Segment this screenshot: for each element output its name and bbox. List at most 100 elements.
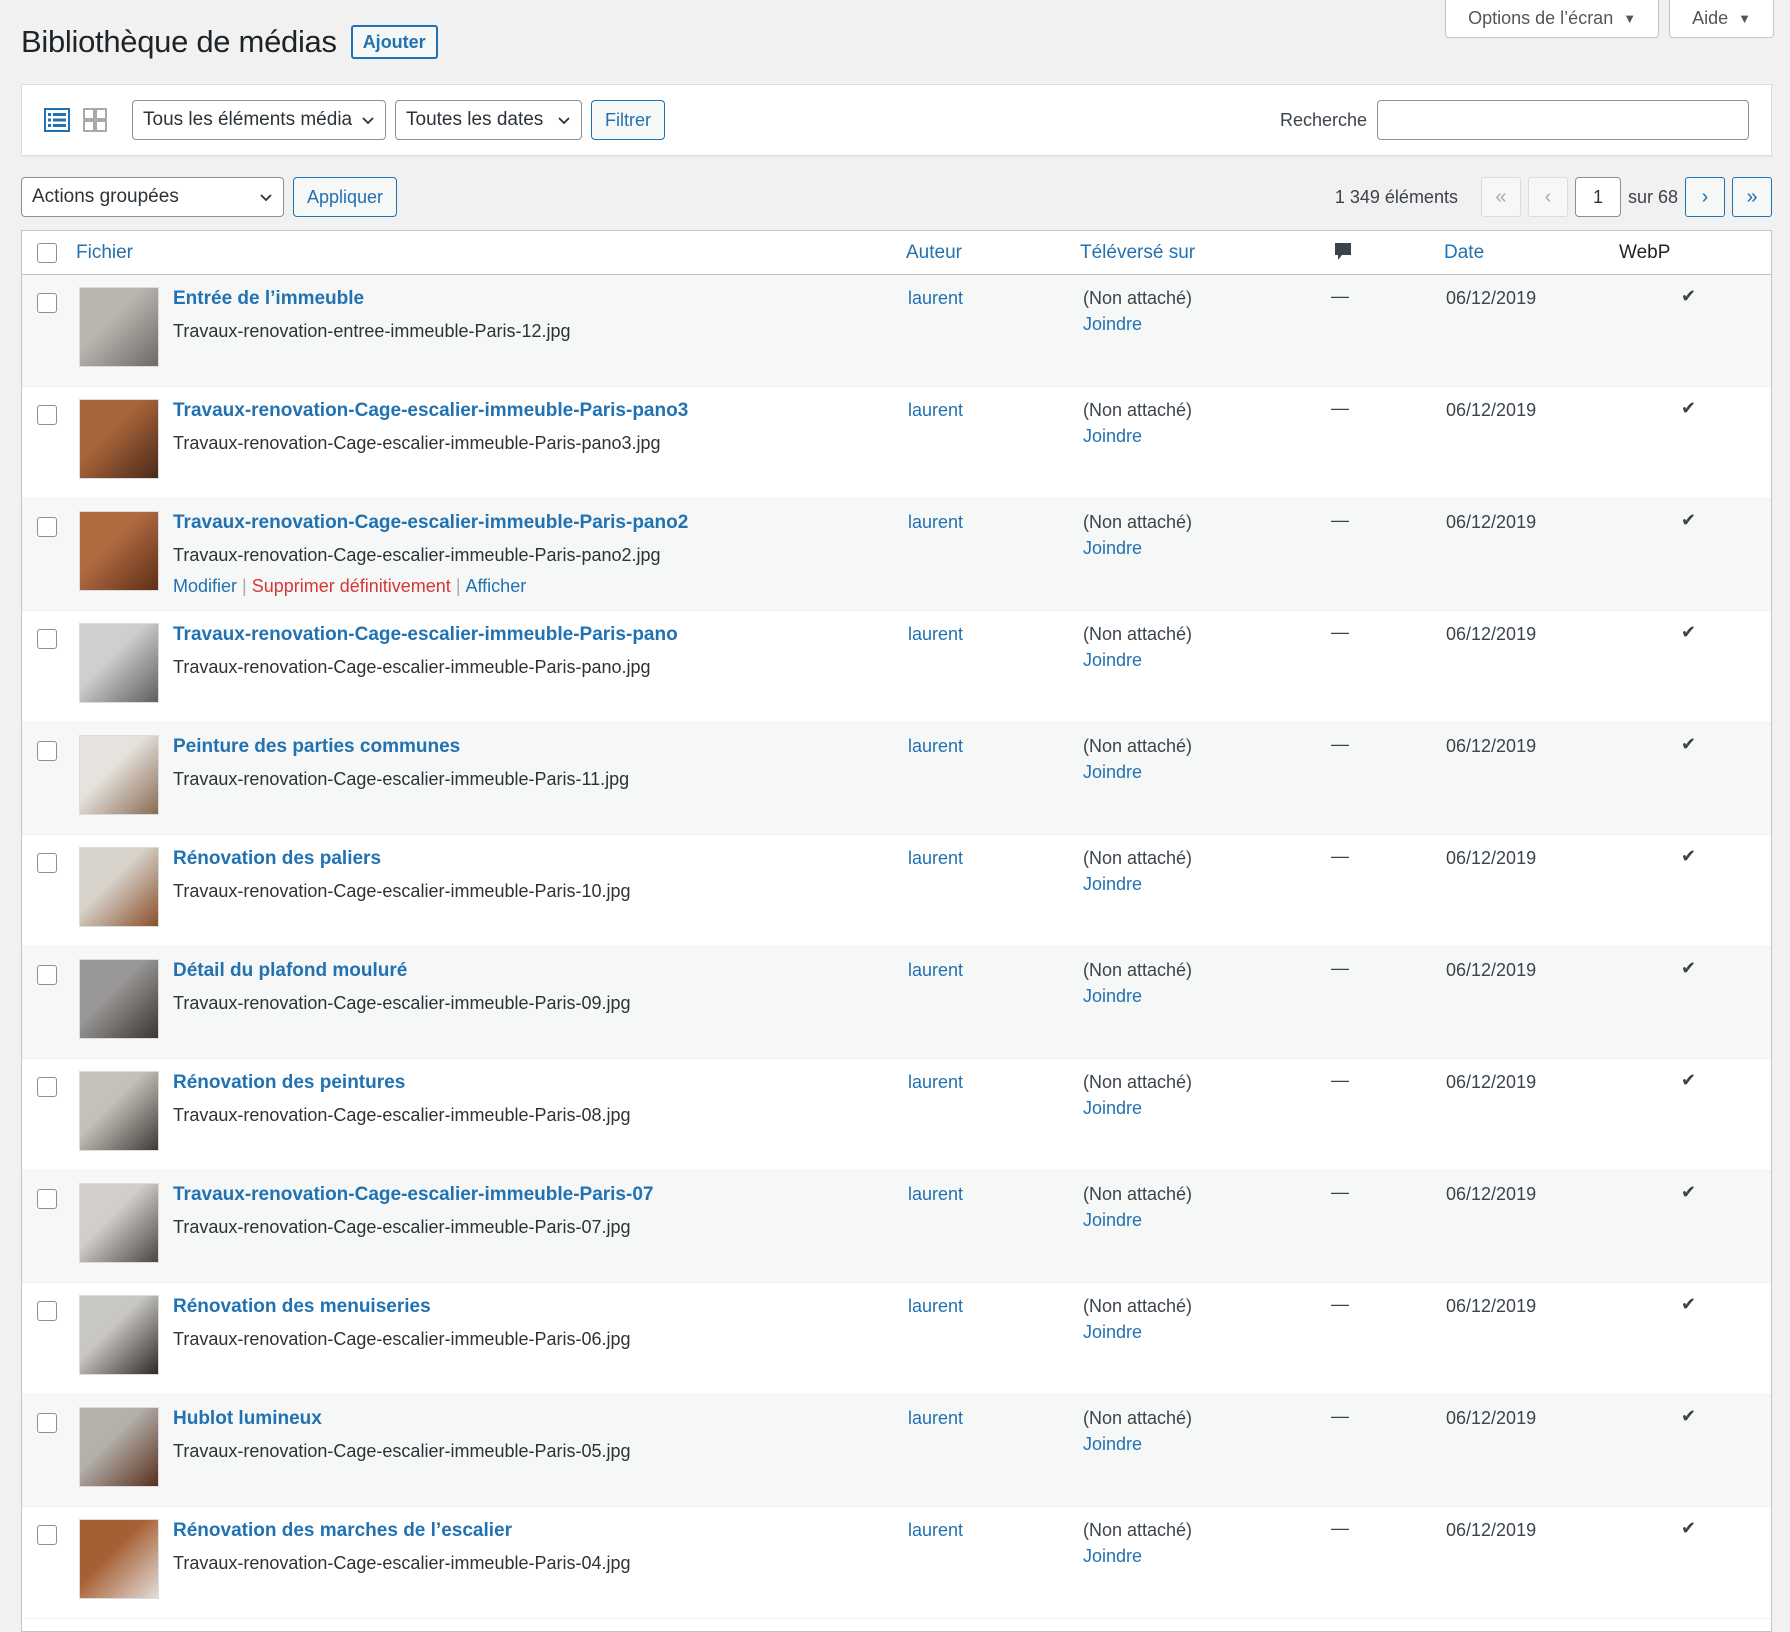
media-thumbnail[interactable] <box>79 1295 159 1375</box>
row-checkbox[interactable] <box>37 1077 57 1097</box>
last-page-button[interactable]: » <box>1732 177 1772 217</box>
table-row: Peinture des parties communes Travaux-ren… <box>22 723 1771 835</box>
media-title-link[interactable]: Rénovation des marches de l’escalier <box>173 1520 512 1542</box>
checkmark-icon: ✔ <box>1681 1070 1697 1090</box>
media-thumbnail[interactable] <box>79 1407 159 1487</box>
comments-count: — <box>1331 734 1349 754</box>
media-thumbnail[interactable] <box>79 1183 159 1263</box>
attach-link[interactable]: Joindre <box>1083 1322 1142 1343</box>
row-checkbox[interactable] <box>37 741 57 761</box>
select-all-checkbox[interactable] <box>37 243 57 263</box>
media-type-value: Tous les éléments média <box>143 109 353 130</box>
apply-button[interactable]: Appliquer <box>293 177 398 217</box>
attach-link[interactable]: Joindre <box>1083 986 1142 1007</box>
media-thumbnail[interactable] <box>79 1519 159 1599</box>
author-link[interactable]: laurent <box>908 1408 963 1429</box>
row-checkbox[interactable] <box>37 1413 57 1433</box>
author-link[interactable]: laurent <box>908 288 963 309</box>
checkmark-icon: ✔ <box>1681 1518 1697 1538</box>
grid-view-icon[interactable] <box>82 107 108 133</box>
author-link[interactable]: laurent <box>908 1520 963 1541</box>
attach-link[interactable]: Joindre <box>1083 1098 1142 1119</box>
media-thumbnail[interactable] <box>79 847 159 927</box>
current-page-input[interactable]: 1 <box>1574 177 1621 217</box>
column-file[interactable]: Fichier <box>76 242 133 264</box>
media-thumbnail[interactable] <box>79 623 159 703</box>
view-link[interactable]: Afficher <box>466 576 527 596</box>
column-uploaded-to[interactable]: Téléversé sur <box>1080 242 1195 264</box>
author-link[interactable]: laurent <box>908 1296 963 1317</box>
comments-count: — <box>1331 958 1349 978</box>
attach-link[interactable]: Joindre <box>1083 1434 1142 1455</box>
search-input[interactable] <box>1377 100 1749 140</box>
table-body: Entrée de l’immeuble Travaux-renovation-e… <box>22 275 1771 1619</box>
attach-link[interactable]: Joindre <box>1083 426 1142 447</box>
media-thumbnail[interactable] <box>79 735 159 815</box>
media-type-select[interactable]: Tous les éléments média <box>132 100 386 140</box>
row-checkbox[interactable] <box>37 517 57 537</box>
comments-count: — <box>1331 1182 1349 1202</box>
author-link[interactable]: laurent <box>908 960 963 981</box>
table-row: Travaux-renovation-Cage-escalier-immeubl… <box>22 387 1771 499</box>
add-new-button[interactable]: Ajouter <box>350 25 438 59</box>
author-link[interactable]: laurent <box>908 624 963 645</box>
attach-link[interactable]: Joindre <box>1083 1210 1142 1231</box>
media-title-link[interactable]: Rénovation des menuiseries <box>173 1296 431 1318</box>
media-title-link[interactable]: Travaux-renovation-Cage-escalier-immeubl… <box>173 624 678 646</box>
separator: | <box>242 576 247 596</box>
media-title-link[interactable]: Travaux-renovation-Cage-escalier-immeubl… <box>173 400 688 422</box>
media-title-link[interactable]: Travaux-renovation-Cage-escalier-immeubl… <box>173 1184 653 1206</box>
attach-link[interactable]: Joindre <box>1083 762 1142 783</box>
media-title-link[interactable]: Peinture des parties communes <box>173 736 460 758</box>
media-title-link[interactable]: Détail du plafond mouluré <box>173 960 407 982</box>
help-tab[interactable]: Aide ▼ <box>1669 0 1774 38</box>
attached-status: (Non attaché) <box>1083 624 1193 644</box>
media-thumbnail[interactable] <box>79 511 159 591</box>
row-checkbox[interactable] <box>37 405 57 425</box>
comment-bubble-icon <box>1335 243 1351 260</box>
attach-link[interactable]: Joindre <box>1083 874 1142 895</box>
row-checkbox[interactable] <box>37 1525 57 1545</box>
row-checkbox[interactable] <box>37 629 57 649</box>
media-title-link[interactable]: Entrée de l’immeuble <box>173 288 364 310</box>
filter-button[interactable]: Filtrer <box>591 100 665 140</box>
media-thumbnail[interactable] <box>79 287 159 367</box>
column-author[interactable]: Auteur <box>906 242 962 264</box>
attach-link[interactable]: Joindre <box>1083 538 1142 559</box>
delete-permanently-link[interactable]: Supprimer définitivement <box>252 576 451 596</box>
media-title-link[interactable]: Travaux-renovation-Cage-escalier-immeubl… <box>173 512 688 534</box>
attach-link[interactable]: Joindre <box>1083 314 1142 335</box>
author-link[interactable]: laurent <box>908 400 963 421</box>
author-link[interactable]: laurent <box>908 848 963 869</box>
media-title-link[interactable]: Rénovation des peintures <box>173 1072 405 1094</box>
author-link[interactable]: laurent <box>908 1072 963 1093</box>
author-link[interactable]: laurent <box>908 1184 963 1205</box>
media-thumbnail[interactable] <box>79 959 159 1039</box>
media-title-link[interactable]: Rénovation des paliers <box>173 848 381 870</box>
list-view-icon[interactable] <box>44 107 70 133</box>
next-page-button[interactable]: › <box>1685 177 1725 217</box>
table-row: Rénovation des menuiseries Travaux-renova… <box>22 1283 1771 1395</box>
table-row: Rénovation des paliers Travaux-renovation… <box>22 835 1771 947</box>
row-checkbox[interactable] <box>37 965 57 985</box>
media-thumbnail[interactable] <box>79 399 159 479</box>
comments-count: — <box>1331 846 1349 866</box>
row-checkbox[interactable] <box>37 293 57 313</box>
checkmark-icon: ✔ <box>1681 1182 1697 1202</box>
date-filter-select[interactable]: Toutes les dates <box>395 100 582 140</box>
author-link[interactable]: laurent <box>908 512 963 533</box>
attach-link[interactable]: Joindre <box>1083 650 1142 671</box>
row-checkbox[interactable] <box>37 853 57 873</box>
column-date[interactable]: Date <box>1444 242 1484 264</box>
author-link[interactable]: laurent <box>908 736 963 757</box>
screen-options-tab[interactable]: Options de l’écran ▼ <box>1445 0 1660 38</box>
row-checkbox[interactable] <box>37 1301 57 1321</box>
bulk-actions-select[interactable]: Actions groupées <box>21 177 284 217</box>
checkmark-icon: ✔ <box>1681 1294 1697 1314</box>
edit-link[interactable]: Modifier <box>173 576 237 596</box>
media-title-link[interactable]: Hublot lumineux <box>173 1408 322 1430</box>
media-thumbnail[interactable] <box>79 1071 159 1151</box>
attach-link[interactable]: Joindre <box>1083 1546 1142 1567</box>
row-checkbox[interactable] <box>37 1189 57 1209</box>
checkmark-icon: ✔ <box>1681 846 1697 866</box>
